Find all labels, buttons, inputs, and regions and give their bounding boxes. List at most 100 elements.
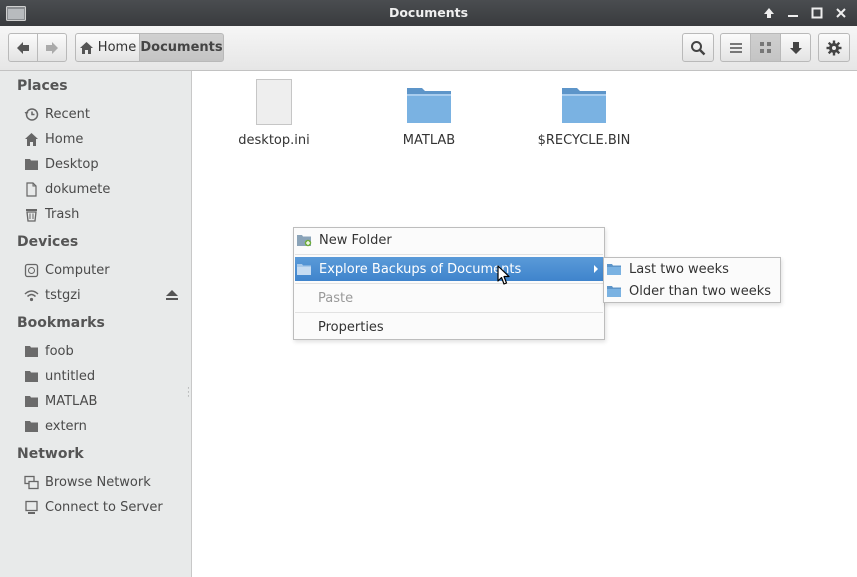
network-icon (24, 475, 39, 489)
menu-separator (295, 283, 603, 284)
bookmarks-heading: Bookmarks (17, 315, 105, 331)
context-menu: New Folder Explore Backups of Documents … (293, 227, 605, 340)
menu-item-paste[interactable]: Paste (295, 286, 603, 310)
menu-separator (295, 312, 603, 313)
home-icon (79, 41, 93, 54)
eject-icon[interactable] (165, 289, 179, 301)
sidebar-item-label: Connect to Server (45, 499, 163, 515)
sidebar-item-foob[interactable]: foob (24, 340, 184, 362)
backups-submenu: Last two weeks Older than two weeks (603, 257, 781, 303)
sidebar-item-desktop[interactable]: Desktop (24, 153, 184, 175)
sidebar-item-browse-network[interactable]: Browse Network (24, 471, 184, 493)
sidebar-item-extern[interactable]: extern (24, 415, 184, 437)
sidebar-item-dokumete[interactable]: dokumete (24, 178, 184, 200)
arrow-left-icon (17, 41, 29, 54)
menu-item-label: Properties (318, 319, 384, 335)
sidebar-item-label: Desktop (45, 156, 99, 172)
restore-icon[interactable] (808, 4, 826, 22)
sidebar-item-label: Recent (45, 106, 90, 122)
file-name: $RECYCLE.BIN (537, 133, 631, 148)
breadcrumb-current-label: Documents (140, 40, 223, 55)
sidebar-item-label: dokumete (45, 181, 111, 197)
minimize-icon[interactable] (784, 4, 802, 22)
search-button[interactable] (682, 33, 714, 62)
back-button[interactable] (8, 33, 38, 62)
breadcrumb-home[interactable]: Home (75, 33, 140, 62)
sidebar-item-label: untitled (45, 368, 96, 384)
sidebar-item-connect-server[interactable]: Connect to Server (24, 496, 184, 518)
menu-item-properties[interactable]: Properties (295, 315, 603, 339)
sidebar-item-matlab[interactable]: MATLAB (24, 390, 184, 412)
sidebar-item-trash[interactable]: Trash (24, 203, 184, 225)
menu-item-explore-backups[interactable]: Explore Backups of Documents (295, 257, 603, 281)
file-name: desktop.ini (238, 133, 310, 148)
grid-view-icon (760, 42, 771, 53)
trash-icon (26, 208, 37, 222)
menu-item-label: Explore Backups of Documents (319, 261, 522, 277)
submenu-item-last-two-weeks[interactable]: Last two weeks (605, 258, 779, 280)
sidebar-item-label: foob (45, 343, 74, 359)
menu-item-label: Paste (318, 290, 354, 306)
sidebar-item-untitled[interactable]: untitled (24, 365, 184, 387)
new-folder-icon (297, 235, 312, 247)
settings-button[interactable] (818, 33, 850, 62)
view-options-button[interactable] (780, 33, 811, 62)
folder-icon (25, 346, 38, 357)
file-item-matlab[interactable]: MATLAB (369, 85, 489, 148)
sidebar-item-label: Home (45, 131, 84, 147)
window-title: Documents (388, 5, 469, 20)
folder-icon (562, 88, 606, 123)
sidebar-item-label: Browse Network (45, 474, 151, 490)
folder-icon (407, 88, 451, 123)
submenu-arrow-icon (594, 265, 598, 273)
gear-icon (826, 40, 842, 55)
sidebar-item-label: tstgzi (45, 287, 81, 303)
submenu-item-older-than-two-weeks[interactable]: Older than two weeks (605, 280, 779, 302)
title-bar: Documents (0, 0, 857, 26)
toolbar: Home Documents (0, 26, 857, 71)
drive-icon (24, 263, 39, 277)
sidebar-item-home[interactable]: Home (24, 128, 184, 150)
folder-icon (25, 371, 38, 382)
mouse-cursor-icon (497, 265, 510, 285)
devices-heading: Devices (17, 234, 79, 250)
network-heading: Network (17, 446, 84, 462)
list-view-icon (729, 42, 742, 53)
clock-icon (24, 107, 39, 121)
folder-icon (25, 396, 38, 407)
file-item-desktop-ini[interactable]: desktop.ini (214, 79, 334, 148)
arrow-down-icon (789, 41, 802, 54)
menu-item-new-folder[interactable]: New Folder (295, 228, 603, 252)
places-heading: Places (17, 78, 68, 94)
arrow-right-icon (46, 41, 58, 54)
list-view-button[interactable] (720, 33, 751, 62)
menu-separator (295, 254, 603, 255)
sidebar-item-tstgzi[interactable]: tstgzi (24, 284, 184, 306)
forward-button[interactable] (37, 33, 67, 62)
sidebar-resize-handle[interactable]: · · · (187, 385, 190, 402)
sidebar-item-recent[interactable]: Recent (24, 103, 184, 125)
sidebar-item-label: MATLAB (45, 393, 98, 409)
close-icon[interactable] (832, 4, 850, 22)
folder-icon (607, 264, 621, 275)
home-icon (25, 132, 38, 146)
file-name: MATLAB (402, 133, 456, 148)
sidebar-item-label: Trash (45, 206, 80, 222)
sidebar-item-computer[interactable]: Computer (24, 259, 184, 281)
folder-icon (607, 286, 621, 297)
folder-icon (297, 264, 311, 275)
grid-view-button[interactable] (750, 33, 781, 62)
folder-icon (25, 159, 38, 170)
submenu-item-label: Last two weeks (629, 261, 729, 277)
breadcrumb-home-label: Home (97, 40, 137, 55)
file-icon (26, 181, 37, 197)
sidebar-item-label: extern (45, 418, 87, 434)
search-icon (691, 40, 706, 55)
file-item-recycle-bin[interactable]: $RECYCLE.BIN (524, 85, 644, 148)
wifi-icon (24, 289, 39, 301)
sidebar-item-label: Computer (45, 262, 110, 278)
maximize-up-icon[interactable] (760, 4, 778, 22)
breadcrumb-current[interactable]: Documents (139, 33, 224, 62)
document-icon (256, 79, 292, 125)
sidebar: Places Recent Home Desktop dokumete Tras… (0, 71, 192, 577)
